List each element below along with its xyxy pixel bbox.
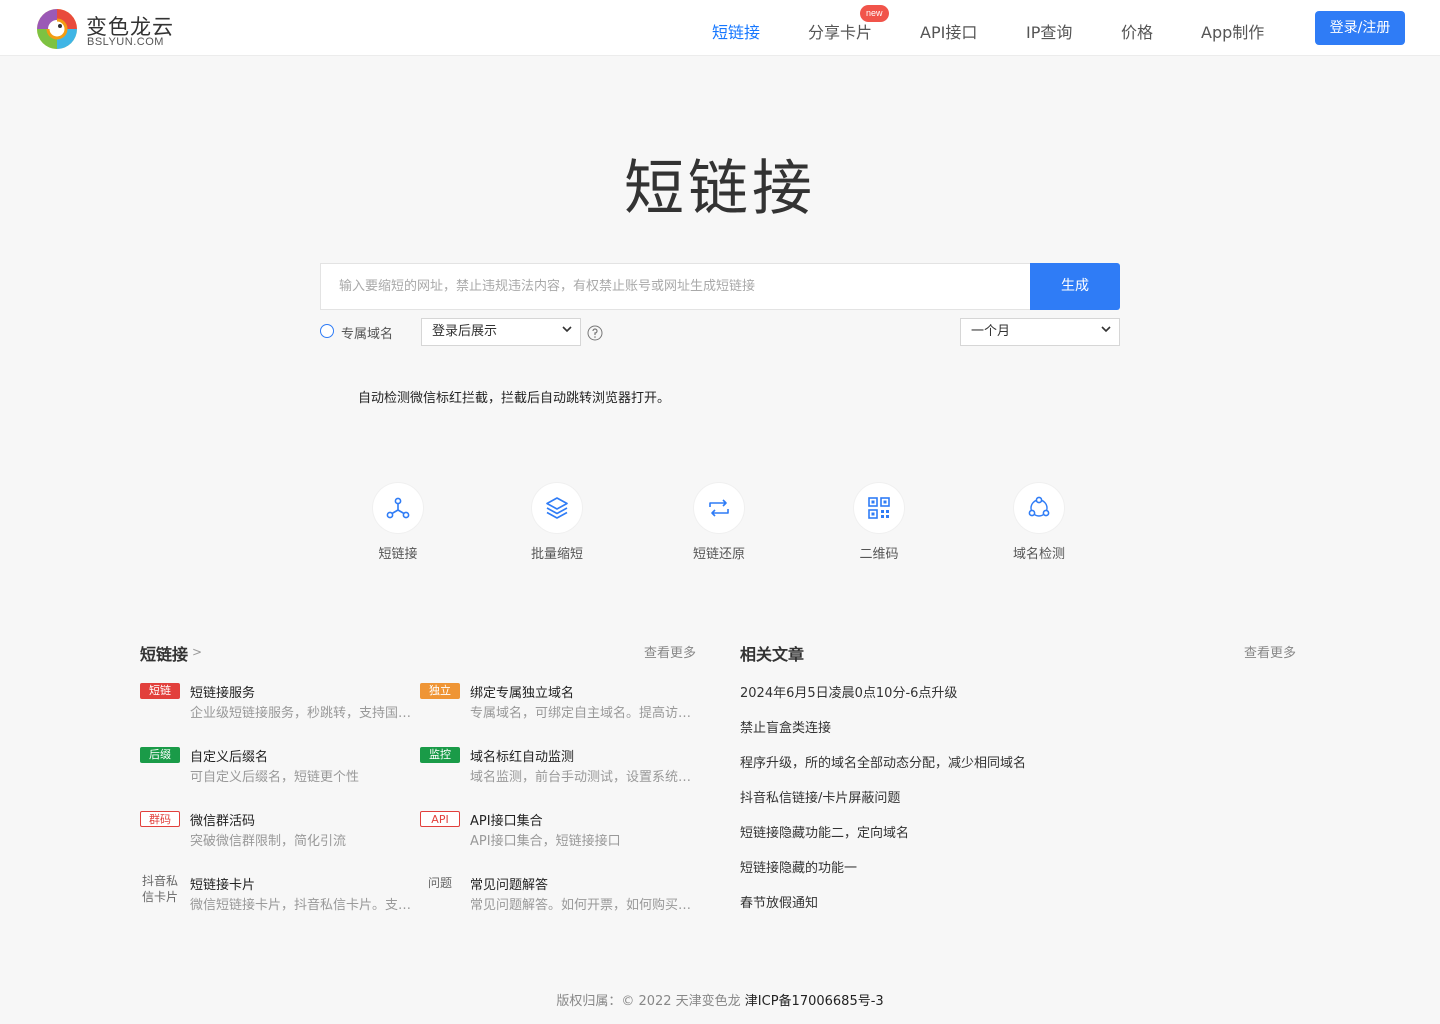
service-title: 微信群活码 <box>190 814 256 829</box>
footer: 版权归属：© 2022 天津变色龙 津ICP备17006685号-3 <box>0 990 1440 1009</box>
page-title: 短链接 <box>624 154 816 224</box>
generate-button[interactable]: 生成 <box>1030 263 1120 310</box>
article-link[interactable]: 2024年6月5日凌晨0点10分-6点升级 <box>740 682 957 701</box>
brand-name-en: BSLYUN.COM <box>87 36 164 48</box>
article-link[interactable]: 抖音私信链接/卡片屏蔽问题 <box>740 787 900 806</box>
services-section-title[interactable]: 短链接 <box>140 641 188 665</box>
service-description: 微信短链接卡片，抖音私信卡片。支持自定义 <box>190 898 415 913</box>
help-icon[interactable] <box>587 325 603 341</box>
service-title: 短链接服务 <box>190 686 256 701</box>
brand-logo[interactable]: 变色龙云 BSLYUN.COM <box>34 6 184 52</box>
article-link[interactable]: 程序升级，所的域名全部动态分配，减少相同域名 <box>740 752 1026 771</box>
service-item[interactable]: 独立绑定专属独立域名专属域名，可绑定自主域名。提高访问稳定性 <box>420 682 695 726</box>
nav-ip-query[interactable]: IP查询 <box>1026 19 1072 43</box>
service-description: 可自定义后缀名，短链更个性 <box>190 770 360 785</box>
service-tag: 后缀 <box>140 747 180 763</box>
services-more-link[interactable]: 查看更多 <box>644 642 696 661</box>
display-mode-select[interactable]: 登录后展示 <box>421 318 581 346</box>
service-item[interactable]: 短链短链接服务企业级短链接服务，秒跳转，支持国内外高速访问 <box>140 682 415 726</box>
service-item[interactable]: 抖音私信卡片短链接卡片微信短链接卡片，抖音私信卡片。支持自定义 <box>140 874 415 918</box>
nav-short-link[interactable]: 短链接 <box>712 19 760 43</box>
top-header: 变色龙云 BSLYUN.COM 短链接 分享卡片 new API接口 IP查询 … <box>0 0 1440 56</box>
custom-domain-label: 专属域名 <box>341 327 394 342</box>
tool-label: 域名检测 <box>1012 547 1065 562</box>
validity-period-value: 一个月 <box>971 324 1011 339</box>
share-nodes-icon <box>386 497 410 519</box>
nav-pricing[interactable]: 价格 <box>1121 19 1153 43</box>
articles-section-title: 相关文章 <box>740 645 805 664</box>
tool-qrcode[interactable]: 二维码 <box>819 483 939 562</box>
new-badge: new <box>860 5 889 22</box>
nav-share-card[interactable]: 分享卡片 <box>808 19 872 43</box>
article-link[interactable]: 短链接隐藏功能二，定向域名 <box>740 822 909 841</box>
chevron-right-icon: > <box>192 645 203 659</box>
tool-label: 短链接 <box>378 547 418 562</box>
tool-label: 短链还原 <box>692 547 745 562</box>
service-item[interactable]: API API接口集合 API接口集合，短链接接口 <box>420 810 695 854</box>
service-description: 突破微信群限制，简化引流 <box>190 834 347 849</box>
chevron-down-icon <box>1101 326 1111 333</box>
qrcode-icon <box>868 497 890 519</box>
chameleon-logo-icon <box>37 9 77 49</box>
validity-period-select[interactable]: 一个月 <box>960 318 1120 346</box>
service-tag: 群码 <box>140 811 180 827</box>
service-description: 专属域名，可绑定自主域名。提高访问稳定性 <box>470 706 695 721</box>
layers-icon <box>546 497 568 519</box>
login-register-button[interactable]: 登录/注册 <box>1315 11 1405 45</box>
service-description: API接口集合，短链接接口 <box>470 834 621 849</box>
service-tag: 监控 <box>420 747 460 763</box>
custom-domain-radio[interactable] <box>320 324 334 338</box>
service-tag: API <box>420 811 460 827</box>
article-link[interactable]: 禁止盲盒类连接 <box>740 717 831 736</box>
service-title: 自定义后缀名 <box>190 750 269 765</box>
tool-batch-shorten[interactable]: 批量缩短 <box>497 483 617 562</box>
tool-label: 批量缩短 <box>530 547 583 562</box>
articles-more-link[interactable]: 查看更多 <box>1244 642 1296 661</box>
service-item[interactable]: 问题 常见问题解答常见问题解答。如何开票，如何购买套餐 <box>420 874 695 918</box>
wechat-detect-notice: 自动检测微信标红拦截，拦截后自动跳转浏览器打开。 <box>358 391 671 406</box>
icp-link[interactable]: 津ICP备17006685号-3 <box>745 994 884 1009</box>
url-input[interactable] <box>320 263 1032 310</box>
article-link[interactable]: 春节放假通知 <box>740 892 818 911</box>
service-item[interactable]: 后缀 自定义后缀名可自定义后缀名，短链更个性 <box>140 746 415 790</box>
nav-app-make[interactable]: App制作 <box>1201 19 1264 43</box>
tool-label: 二维码 <box>859 547 899 562</box>
service-tag: 独立 <box>420 683 460 699</box>
tool-short-link[interactable]: 短链接 <box>338 483 458 562</box>
tool-domain-check[interactable]: 域名检测 <box>979 483 1099 562</box>
service-title: 短链接卡片 <box>190 878 256 893</box>
service-description: 常见问题解答。如何开票，如何购买套餐 <box>470 898 695 913</box>
service-item[interactable]: 群码 微信群活码突破微信群限制，简化引流 <box>140 810 415 854</box>
service-title: 常见问题解答 <box>470 878 549 893</box>
chevron-down-icon <box>562 326 572 333</box>
service-tag: 短链 <box>140 683 180 699</box>
service-title: API接口集合 <box>470 814 543 829</box>
copyright-text: 版权归属：© 2022 天津变色龙 <box>556 994 745 1009</box>
service-title: 域名标红自动监测 <box>470 750 575 765</box>
service-tag: 抖音私信卡片 <box>141 874 178 904</box>
tool-restore-link[interactable]: 短链还原 <box>659 483 779 562</box>
service-description: 域名监测，前台手动测试，设置系统自动检测 <box>470 770 695 785</box>
display-mode-value: 登录后展示 <box>432 324 498 339</box>
service-description: 企业级短链接服务，秒跳转，支持国内外高速访问 <box>190 706 415 721</box>
service-tag: 问题 <box>427 876 452 890</box>
repeat-icon <box>709 499 729 517</box>
article-link[interactable]: 短链接隐藏的功能一 <box>740 857 857 876</box>
service-item[interactable]: 监控域名标红自动监测域名监测，前台手动测试，设置系统自动检测 <box>420 746 695 790</box>
service-title: 绑定专属独立域名 <box>470 686 575 701</box>
nav-api[interactable]: API接口 <box>920 19 977 43</box>
network-triangle-icon <box>1028 496 1050 517</box>
